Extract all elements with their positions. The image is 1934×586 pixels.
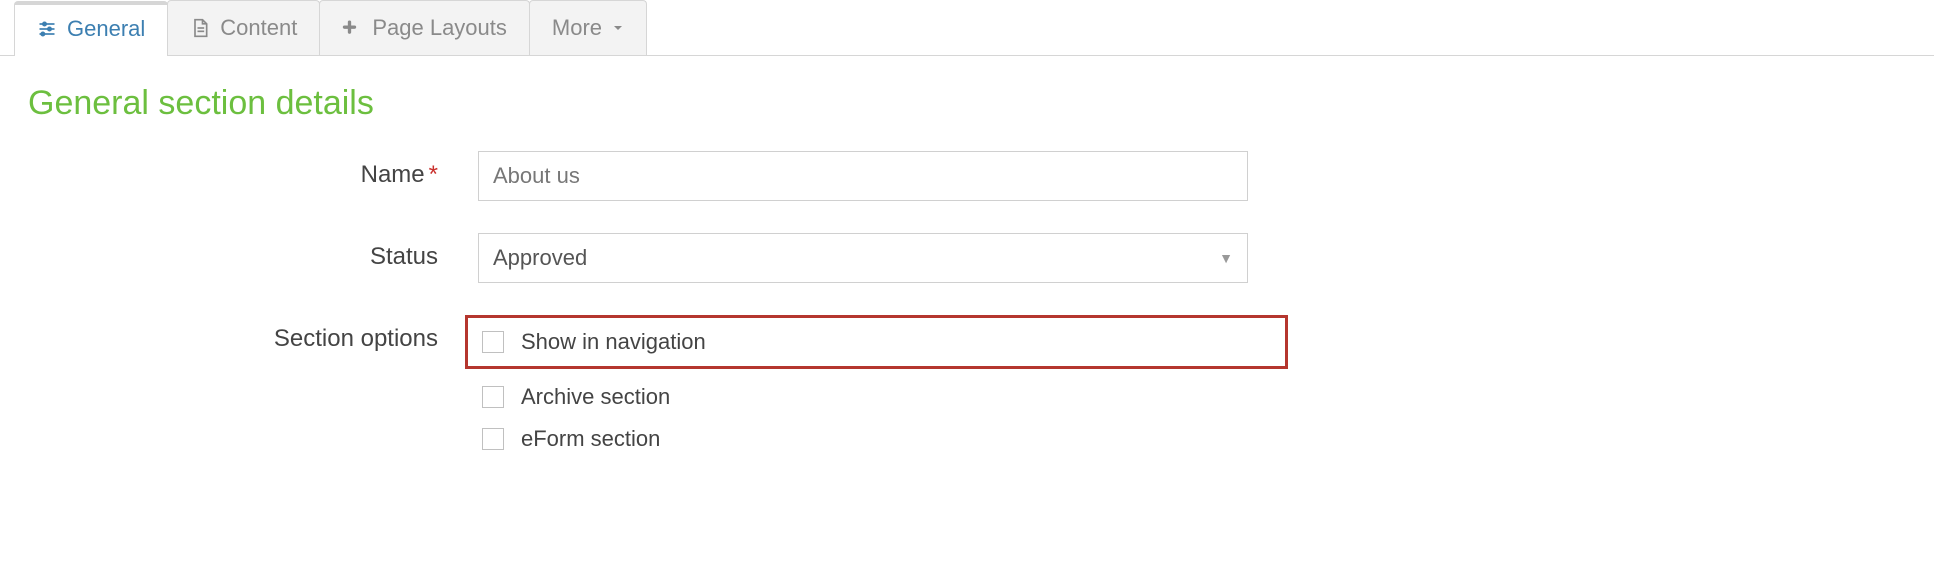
tab-page-layouts[interactable]: Page Layouts [319,0,530,55]
tab-content-label: Content [220,15,297,41]
eform-section-checkbox[interactable] [482,428,504,450]
tab-content[interactable]: Content [167,0,320,55]
name-label: Name* [28,151,478,189]
row-status: Status Approved ▼ [28,233,1288,283]
tab-more-label: More [552,15,602,41]
chevron-down-icon: ▼ [1219,250,1233,266]
tab-more[interactable]: More [529,0,647,55]
tab-general-label: General [67,16,145,42]
tab-general[interactable]: General [14,1,168,56]
archive-section-label: Archive section [521,384,670,410]
status-label: Status [28,233,478,271]
check-eform-section[interactable]: eForm section [478,425,1288,453]
required-asterisk: * [429,161,438,188]
document-icon [190,18,210,38]
archive-section-checkbox[interactable] [482,386,504,408]
tab-page-layouts-label: Page Layouts [372,15,507,41]
tab-bar: General Content Page Layouts More [0,0,1934,56]
check-archive-section[interactable]: Archive section [478,383,1288,411]
general-form: Name* Status Approved ▼ Section options [28,151,1288,453]
section-options-label: Section options [28,315,478,353]
row-section-options: Section options Show in navigation Archi… [28,315,1288,453]
status-select[interactable]: Approved ▼ [478,233,1248,283]
name-input[interactable] [478,151,1248,201]
row-name: Name* [28,151,1288,201]
name-label-text: Name [361,161,425,188]
eform-section-label: eForm section [521,426,660,452]
section-heading: General section details [28,84,1934,123]
caret-down-icon [612,22,624,34]
highlight-box: Show in navigation [465,315,1288,369]
check-show-in-navigation[interactable]: Show in navigation [478,328,706,356]
puzzle-icon [342,18,362,38]
sliders-icon [37,19,57,39]
show-in-navigation-label: Show in navigation [521,329,706,355]
show-in-navigation-checkbox[interactable] [482,331,504,353]
status-value: Approved [493,245,587,271]
